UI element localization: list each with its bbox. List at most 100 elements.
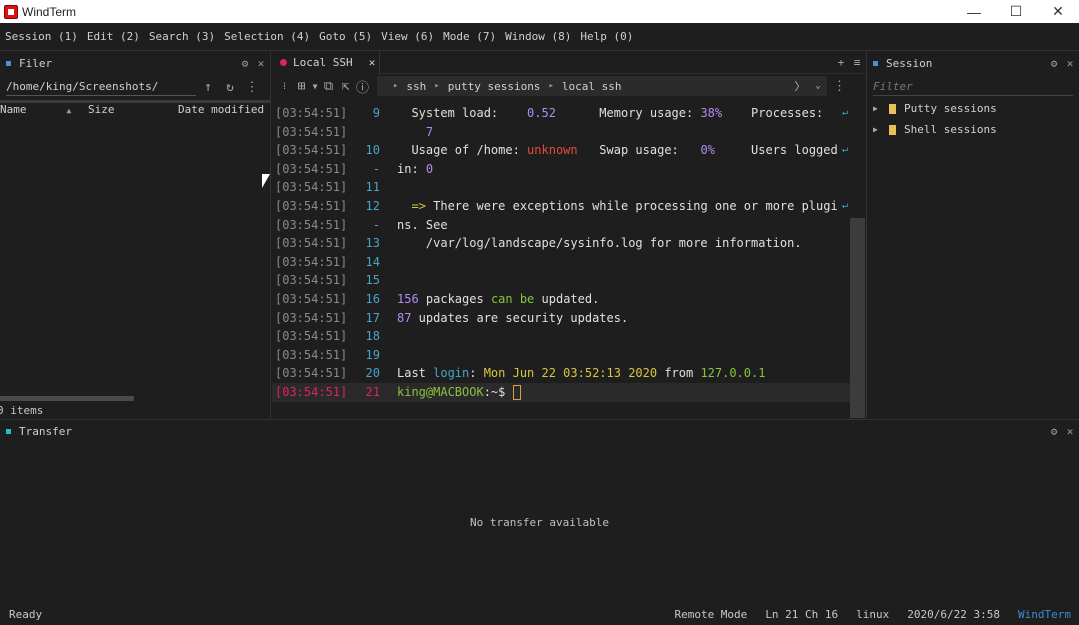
status-ready: Ready	[9, 608, 43, 621]
terminal-menu-icon[interactable]: ⋮	[831, 79, 848, 94]
filer-settings-icon[interactable]: ⚙	[238, 57, 252, 70]
status-mode[interactable]: Remote Mode	[674, 608, 747, 621]
breadcrumb-arrow-icon: ▸	[434, 81, 440, 91]
maximize-button[interactable]: ☐	[995, 0, 1037, 23]
column-name[interactable]: Name ▲	[0, 103, 88, 116]
breadcrumb-ssh[interactable]: ssh	[406, 80, 426, 93]
session-close-icon[interactable]: ✕	[1063, 57, 1077, 70]
menu-selection[interactable]: Selection (4)	[224, 30, 310, 43]
text-segment: can be	[490, 291, 535, 306]
breadcrumb-arrow-icon: ▸	[548, 81, 554, 91]
transfer-panel: Transfer ⚙ ✕ No transfer available	[0, 419, 1079, 604]
line-number: 10	[365, 143, 380, 158]
text-segment: ns. See	[397, 217, 448, 232]
menu-goto[interactable]: Goto (5)	[319, 30, 372, 43]
text-segment	[397, 125, 426, 139]
line-wrap-icon: ↵	[842, 199, 849, 211]
refresh-icon[interactable]: ↻	[220, 80, 240, 95]
go-icon[interactable]: 〉	[791, 78, 809, 94]
chevron-down-icon[interactable]: ▼	[310, 82, 320, 91]
breadcrumb-arrow-icon: ▸	[393, 81, 399, 91]
transfer-settings-icon[interactable]: ⚙	[1047, 425, 1061, 438]
terminal-line: [03:54:51] 20 Last login: Mon Jun 22 03:52…	[272, 364, 850, 383]
filer-path-input[interactable]	[6, 78, 196, 96]
terminal-line: [03:54:51] 16 156 packages can be updated.	[272, 290, 850, 309]
up-directory-icon[interactable]: ↑	[198, 80, 218, 95]
line-text: ns. See	[397, 216, 448, 235]
breadcrumb-dropdown-icon[interactable]: ⌄	[809, 81, 827, 91]
text-segment: login	[433, 366, 470, 381]
column-name-label: Name	[0, 103, 27, 116]
session-filter-input[interactable]	[873, 78, 1073, 96]
text-segment: Mon Jun 22 03:52:13 2020	[483, 366, 658, 381]
transfer-header: Transfer ⚙ ✕	[0, 420, 1079, 442]
info-icon[interactable]: ⓘ	[354, 77, 371, 96]
close-button[interactable]: ✕	[1037, 0, 1079, 23]
transfer-close-icon[interactable]: ✕	[1063, 425, 1077, 438]
duplicate-session-icon[interactable]: ⧉	[320, 79, 337, 94]
line-text: Last login: Mon Jun 22 03:52:13 2020 fro…	[397, 364, 765, 383]
tab-local-ssh[interactable]: Local SSH ✕	[272, 51, 380, 74]
terminal-line: [03:54:51] 14	[272, 253, 850, 272]
status-brand[interactable]: WindTerm	[1018, 608, 1071, 621]
folder-icon	[889, 124, 896, 135]
terminal-line: [03:54:51] 19	[272, 346, 850, 365]
breadcrumb-local-ssh[interactable]: local ssh	[562, 80, 622, 93]
line-timestamp: [03:54:51]	[275, 291, 348, 306]
menu-view[interactable]: View (6)	[381, 30, 434, 43]
menu-edit[interactable]: Edit (2)	[87, 30, 140, 43]
menu-bar: Session (1) Edit (2) Search (3) Selectio…	[0, 23, 1079, 51]
filer-accent-icon	[6, 60, 11, 66]
text-segment: System load:	[397, 106, 528, 120]
text-segment: unknown	[527, 143, 578, 158]
more-options-icon[interactable]: ⋮	[242, 80, 262, 95]
tab-list-icon[interactable]: ≡	[849, 56, 865, 69]
tab-close-icon[interactable]: ✕	[365, 56, 379, 69]
open-external-icon[interactable]: ⇱	[337, 79, 354, 94]
tree-item-shell-sessions[interactable]: ▶ Shell sessions	[867, 119, 1079, 140]
column-size[interactable]: Size	[88, 103, 178, 116]
status-os[interactable]: linux	[856, 608, 889, 621]
line-number: -	[372, 217, 380, 232]
menu-session[interactable]: Session (1)	[5, 30, 78, 43]
minimize-button[interactable]: —	[953, 0, 995, 23]
filer-path-row: ↑ ↻ ⋮	[0, 74, 270, 100]
sort-ascending-icon: ▲	[66, 106, 72, 115]
breadcrumb: ▸ ssh ▸ putty sessions ▸ local ssh 〉 ⌄	[377, 76, 827, 96]
menu-help[interactable]: Help (0)	[580, 30, 633, 43]
terminal-scrollbar-thumb[interactable]	[850, 218, 865, 418]
tab-status-dot	[280, 59, 287, 66]
new-tab-icon[interactable]: +	[833, 56, 849, 69]
menu-search[interactable]: Search (3)	[149, 30, 215, 43]
column-date-modified[interactable]: Date modified	[178, 103, 270, 116]
terminal-line: [03:54:51] 7	[272, 123, 850, 142]
status-position[interactable]: Ln 21 Ch 16	[765, 608, 838, 621]
status-bar: Ready Remote Mode Ln 21 Ch 16 linux 2020…	[0, 604, 1079, 625]
text-segment: :	[469, 366, 484, 381]
line-timestamp: [03:54:51]	[275, 366, 348, 381]
expand-arrow-icon[interactable]: ▶	[873, 104, 883, 113]
terminal-output[interactable]: [03:54:51] 9 System load: 0.52 Memory usa…	[272, 104, 850, 418]
text-segment: 87	[397, 310, 412, 325]
filer-close-icon[interactable]: ✕	[254, 57, 268, 70]
new-session-icon[interactable]: ⊞	[293, 79, 310, 94]
text-segment: in:	[397, 161, 426, 176]
tree-item-putty-sessions[interactable]: ▶ Putty sessions	[867, 98, 1079, 119]
status-datetime: 2020/6/22 3:58	[907, 608, 1001, 621]
breadcrumb-putty-sessions[interactable]: putty sessions	[448, 80, 541, 93]
session-settings-icon[interactable]: ⚙	[1047, 57, 1061, 70]
filer-horizontal-scrollbar[interactable]	[0, 396, 134, 401]
text-segment: =>	[411, 198, 426, 213]
text-segment: 127.0.0.1	[700, 366, 766, 381]
drag-handle-icon[interactable]: ⁞	[276, 81, 293, 92]
line-text: in: 0	[397, 160, 433, 179]
menu-window[interactable]: Window (8)	[505, 30, 571, 43]
expand-arrow-icon[interactable]: ▶	[873, 125, 883, 134]
menu-mode[interactable]: Mode (7)	[443, 30, 496, 43]
line-number: 13	[365, 236, 380, 251]
terminal-toolbar: ⁞ ⊞ ▼ ⧉ ⇱ ⓘ ▸ ssh ▸ putty sessions ▸ loc…	[272, 74, 865, 98]
line-number: 19	[365, 347, 380, 362]
text-segment: king@MACBOOK	[397, 384, 484, 399]
terminal-line: [03:54:51] 17 87 updates are security upda…	[272, 309, 850, 328]
line-timestamp: [03:54:51]	[275, 161, 348, 176]
